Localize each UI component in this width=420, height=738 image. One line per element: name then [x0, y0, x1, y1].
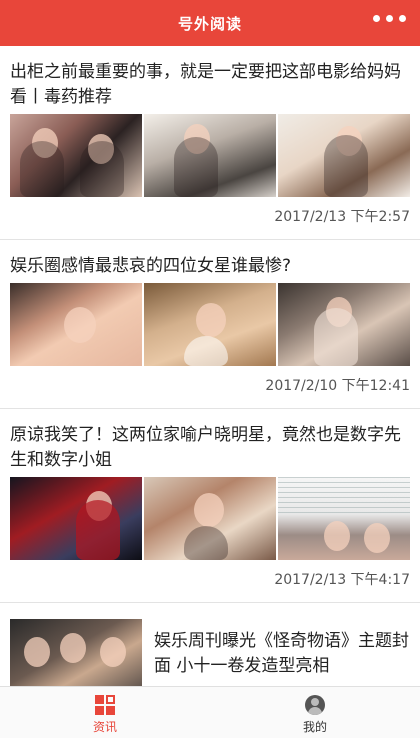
article-thumbnail[interactable] — [10, 114, 142, 197]
article-thumbnail[interactable] — [278, 114, 410, 197]
article-thumbnails — [10, 114, 410, 197]
article-thumbnail[interactable] — [10, 283, 142, 366]
article-thumbnail[interactable] — [278, 477, 410, 560]
article-thumbnail[interactable] — [10, 477, 142, 560]
article-thumbnails — [10, 283, 410, 366]
article-thumbnail[interactable] — [10, 619, 142, 686]
article-title[interactable]: 娱乐圈感情最悲哀的四位女星谁最惨? — [10, 240, 410, 279]
more-dots-icon[interactable] — [373, 15, 406, 22]
article-timestamp: 2017/2/13 下午4:17 — [274, 572, 410, 588]
article-timestamp: 2017/2/10 下午12:41 — [265, 378, 410, 394]
article-thumbnail[interactable] — [144, 283, 276, 366]
bottom-tab-bar: 资讯 我的 — [0, 686, 420, 738]
article-title[interactable]: 原谅我笑了！这两位家喻户晓明星，竟然也是数字先生和数字小姐 — [10, 409, 410, 473]
article-feed[interactable]: 出柜之前最重要的事，就是一定要把这部电影给妈妈看丨毒药推荐 2017/2/13 … — [0, 46, 420, 686]
article-thumbnail[interactable] — [278, 283, 410, 366]
article-item[interactable]: 原谅我笑了！这两位家喻户晓明星，竟然也是数字先生和数字小姐 2017/2/13 … — [0, 409, 420, 603]
news-grid-icon — [95, 695, 115, 715]
tab-news[interactable]: 资讯 — [0, 687, 210, 738]
article-timestamp: 2017/2/13 下午2:57 — [274, 209, 410, 225]
article-item[interactable]: 出柜之前最重要的事，就是一定要把这部电影给妈妈看丨毒药推荐 2017/2/13 … — [0, 46, 420, 240]
profile-icon — [305, 695, 325, 715]
article-thumbnail[interactable] — [144, 477, 276, 560]
article-thumbnail[interactable] — [144, 114, 276, 197]
app-title: 号外阅读 — [177, 14, 242, 33]
tab-news-label: 资讯 — [92, 720, 117, 734]
article-title[interactable]: 出柜之前最重要的事，就是一定要把这部电影给妈妈看丨毒药推荐 — [10, 46, 410, 110]
app-header: 号外阅读 — [0, 0, 420, 46]
article-item[interactable]: 娱乐周刊曝光《怪奇物语》主题封面 小十一卷发造型亮相 — [0, 603, 420, 686]
article-thumbnails — [10, 477, 410, 560]
article-item[interactable]: 娱乐圈感情最悲哀的四位女星谁最惨? 2017/2/10 下午12:41 — [0, 240, 420, 409]
tab-profile-label: 我的 — [302, 720, 327, 734]
article-title[interactable]: 娱乐周刊曝光《怪奇物语》主题封面 小十一卷发造型亮相 — [142, 619, 410, 679]
tab-profile[interactable]: 我的 — [210, 687, 420, 738]
